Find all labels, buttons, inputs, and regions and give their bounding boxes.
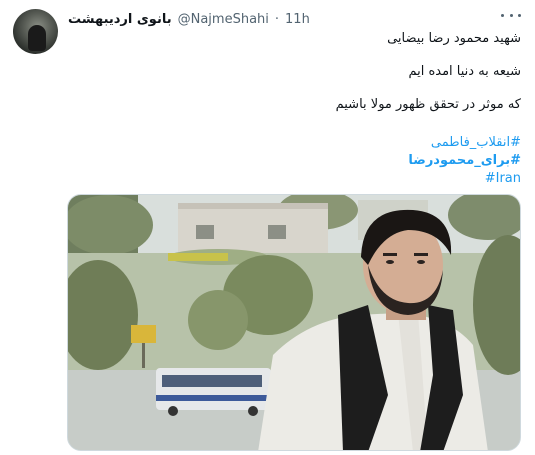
ellipsis-icon[interactable] bbox=[501, 9, 521, 21]
avatar[interactable] bbox=[13, 9, 58, 54]
separator: · bbox=[274, 11, 280, 27]
author-handle[interactable]: @NajmeShahi bbox=[178, 12, 269, 27]
tweet-header: بانوی اردیبهشت @NajmeShahi · 11h bbox=[68, 10, 310, 28]
hashtag-link[interactable]: #Iran bbox=[485, 170, 521, 188]
hashtag-link[interactable]: #انقلاب_فاطمی bbox=[431, 134, 521, 152]
tweet[interactable]: بانوی اردیبهشت @NajmeShahi · 11h شهید مح… bbox=[0, 0, 535, 455]
tweet-photo[interactable] bbox=[67, 194, 521, 451]
hashtag-link[interactable]: #برای_محمودرضا bbox=[408, 152, 521, 170]
tweet-line: شهید محمود رضا بیضایی bbox=[387, 31, 521, 46]
timestamp[interactable]: 11h bbox=[285, 12, 310, 27]
tweet-line: شیعه به دنیا امده ایم bbox=[408, 64, 521, 79]
author-name[interactable]: بانوی اردیبهشت bbox=[68, 12, 172, 27]
photo-illustration bbox=[68, 195, 520, 450]
tweet-line: که موثر در تحقق ظهور مولا باشیم bbox=[335, 97, 521, 112]
